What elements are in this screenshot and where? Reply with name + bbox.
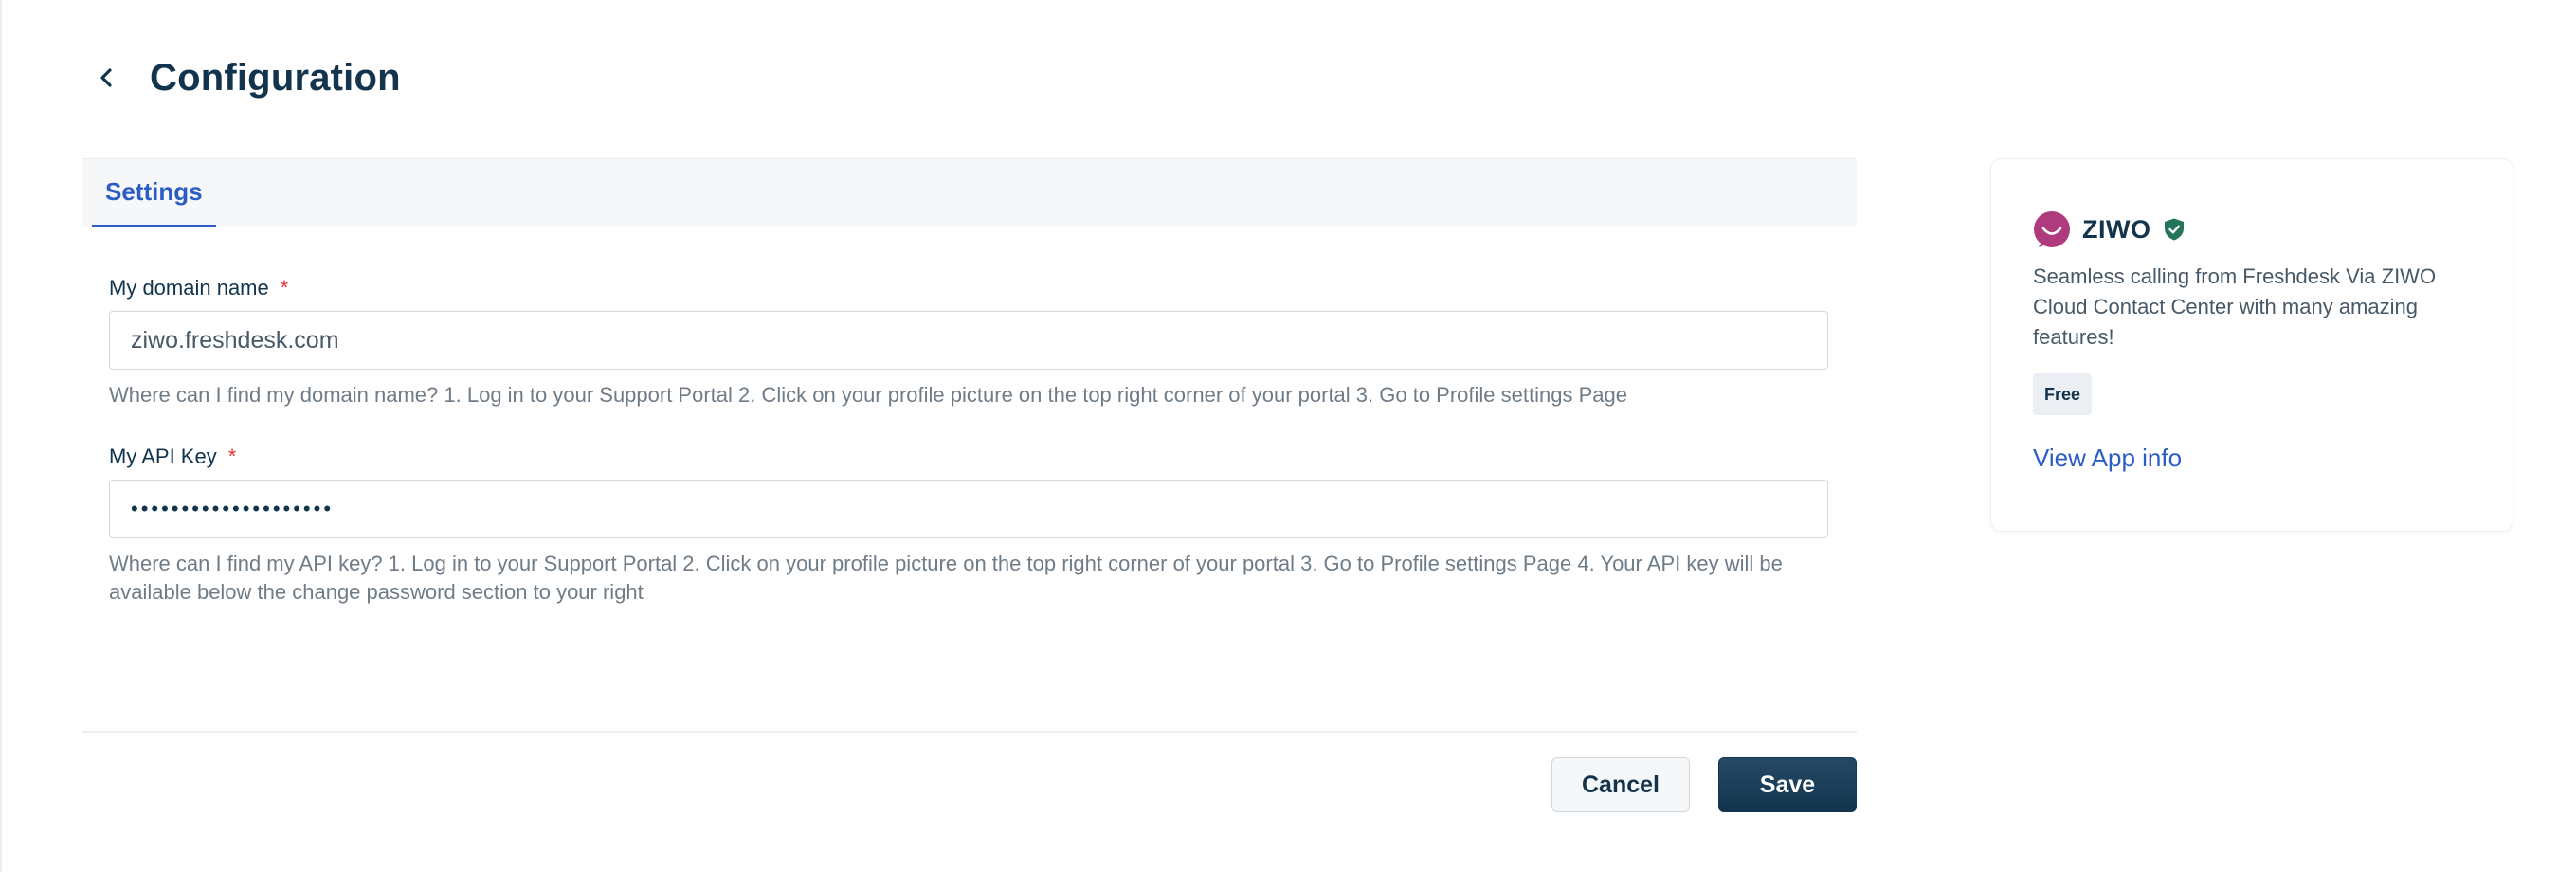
page-title: Configuration — [150, 56, 401, 99]
back-button[interactable] — [91, 62, 123, 94]
app-name: ZIWO — [2082, 214, 2151, 244]
view-app-info-link[interactable]: View App info — [2033, 444, 2471, 473]
footer-divider — [82, 731, 1857, 733]
tab-settings[interactable]: Settings — [92, 159, 216, 227]
domain-label-text: My domain name — [109, 276, 269, 300]
required-marker: * — [227, 445, 237, 468]
cancel-button[interactable]: Cancel — [1551, 757, 1690, 812]
save-button[interactable]: Save — [1718, 757, 1857, 812]
app-card-header: ZIWO — [2033, 209, 2471, 250]
api-key-label-text: My API Key — [109, 445, 217, 468]
api-key-hint: Where can I find my API key? 1. Log in t… — [109, 552, 1783, 604]
api-key-label: My API Key * — [109, 445, 1830, 468]
chevron-left-icon — [100, 68, 112, 87]
domain-label: My domain name * — [109, 276, 1830, 300]
api-key-field-group: My API Key * Where can I find my API key… — [109, 445, 1830, 607]
tab-bar: Settings — [82, 158, 1857, 227]
domain-hint: Where can I find my domain name? 1. Log … — [109, 383, 1627, 407]
form-actions: Cancel Save — [1551, 757, 1857, 812]
app-description: Seamless calling from Freshdesk Via ZIWO… — [2033, 264, 2437, 349]
domain-field-group: My domain name * Where can I find my dom… — [109, 276, 1830, 409]
price-badge: Free — [2033, 373, 2093, 415]
required-marker: * — [280, 276, 289, 300]
api-key-input[interactable] — [109, 480, 1828, 538]
config-form: My domain name * Where can I find my dom… — [82, 276, 1857, 607]
ziwo-logo-icon — [2034, 211, 2070, 247]
app-info-card: ZIWO Seamless calling from Freshdesk Via… — [1990, 158, 2513, 532]
left-border — [0, 0, 2, 872]
page-header: Configuration — [91, 47, 401, 108]
verified-shield-icon — [2165, 218, 2185, 241]
configuration-page: Configuration Settings My domain name * … — [0, 0, 2576, 872]
settings-panel: Settings My domain name * Where can I fi… — [82, 158, 1857, 607]
domain-input[interactable] — [109, 311, 1828, 370]
